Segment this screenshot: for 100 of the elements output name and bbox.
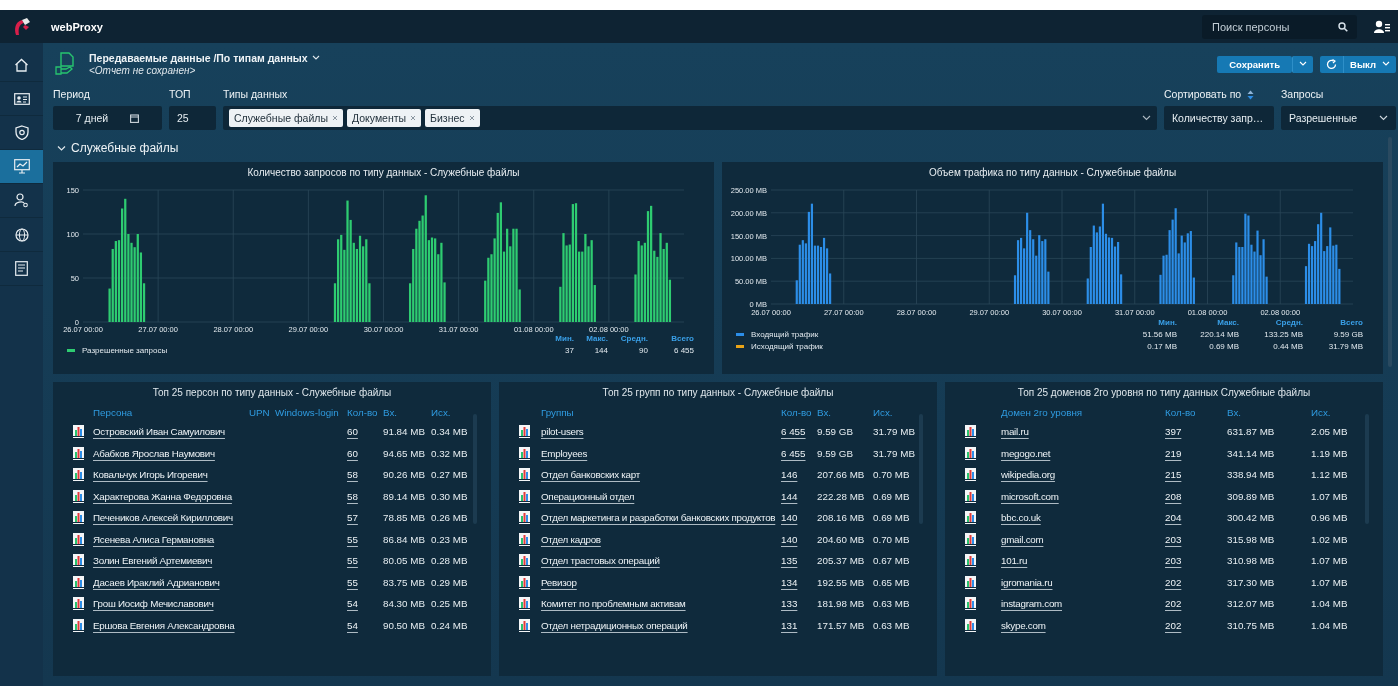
count-link[interactable]: 55 bbox=[347, 533, 358, 545]
table-link[interactable]: Отдел кадров bbox=[541, 533, 601, 545]
filter-chip[interactable]: Бизнес bbox=[425, 109, 480, 127]
table-link[interactable]: pilot-users bbox=[541, 426, 584, 438]
bar-chart-icon[interactable] bbox=[519, 489, 531, 503]
bar-chart-icon[interactable] bbox=[73, 446, 85, 460]
table-link[interactable]: Абабков Ярослав Наумович bbox=[93, 447, 215, 459]
remove-icon[interactable] bbox=[468, 115, 475, 121]
count-link[interactable]: 208 bbox=[1165, 490, 1182, 502]
count-link[interactable]: 6 455 bbox=[781, 447, 806, 459]
column-header[interactable]: Windows-login bbox=[275, 406, 347, 418]
table-link[interactable]: Дасаев Ираклий Адрианович bbox=[93, 576, 220, 588]
count-link[interactable]: 133 bbox=[781, 598, 798, 610]
bar-chart-icon[interactable] bbox=[519, 575, 531, 589]
top-field[interactable]: 25 bbox=[169, 106, 216, 130]
table-link[interactable]: Ревизор bbox=[541, 576, 577, 588]
count-link[interactable]: 58 bbox=[347, 469, 358, 481]
bar-chart-icon[interactable] bbox=[965, 446, 977, 460]
count-link[interactable]: 215 bbox=[1165, 469, 1182, 481]
table-link[interactable]: Ковальчук Игорь Игоревич bbox=[93, 469, 208, 481]
column-header[interactable]: Вх. bbox=[1227, 406, 1311, 418]
count-link[interactable]: 203 bbox=[1165, 555, 1182, 567]
column-header[interactable]: Группы bbox=[541, 406, 781, 418]
bar-chart-icon[interactable] bbox=[73, 425, 85, 439]
table-link[interactable]: 101.ru bbox=[1001, 555, 1028, 567]
bar-chart-icon[interactable] bbox=[519, 618, 531, 632]
bar-chart-icon[interactable] bbox=[965, 575, 977, 589]
table-link[interactable]: skype.com bbox=[1001, 619, 1046, 631]
count-link[interactable]: 203 bbox=[1165, 533, 1182, 545]
table-link[interactable]: Отдел нетрадиционных операций bbox=[541, 619, 688, 631]
bar-chart-icon[interactable] bbox=[965, 425, 977, 439]
period-field[interactable]: 7 дней bbox=[53, 106, 162, 130]
table-link[interactable]: instagram.com bbox=[1001, 598, 1062, 610]
logo-icon[interactable] bbox=[12, 16, 31, 37]
bar-chart-icon[interactable] bbox=[73, 618, 85, 632]
count-link[interactable]: 60 bbox=[347, 426, 358, 438]
table-link[interactable]: Золин Евгений Артемиевич bbox=[93, 555, 213, 567]
column-header[interactable]: Кол-во bbox=[347, 406, 383, 418]
column-header[interactable]: Кол-во bbox=[1165, 406, 1227, 418]
sort-icon[interactable] bbox=[1247, 89, 1255, 100]
sort-select[interactable]: Количеству запр… bbox=[1164, 106, 1274, 130]
count-link[interactable]: 54 bbox=[347, 619, 358, 631]
table-link[interactable]: Ершова Евгения Александровна bbox=[93, 619, 235, 631]
column-header[interactable]: Кол-во bbox=[781, 406, 817, 418]
count-link[interactable]: 219 bbox=[1165, 447, 1182, 459]
search-icon[interactable] bbox=[1338, 21, 1348, 32]
search-field[interactable]: Поиск персоны bbox=[1202, 14, 1357, 39]
filter-chip[interactable]: Документы bbox=[346, 109, 422, 127]
count-link[interactable]: 140 bbox=[781, 533, 798, 545]
bar-chart-icon[interactable] bbox=[965, 489, 977, 503]
column-header[interactable]: Персона bbox=[93, 406, 249, 418]
bar-chart-icon[interactable] bbox=[73, 575, 85, 589]
bar-chart-icon[interactable] bbox=[73, 554, 85, 568]
column-header[interactable]: Исх. bbox=[873, 406, 921, 418]
table-link[interactable]: gmail.com bbox=[1001, 533, 1044, 545]
bar-chart-icon[interactable] bbox=[73, 597, 85, 611]
bar-chart-icon[interactable] bbox=[965, 597, 977, 611]
table-link[interactable]: wikipedia.org bbox=[1001, 469, 1055, 481]
count-link[interactable]: 144 bbox=[781, 490, 798, 502]
bar-chart-icon[interactable] bbox=[965, 511, 977, 525]
bar-chart-icon[interactable] bbox=[519, 425, 531, 439]
table-link[interactable]: Отдел маркетинга и разработки банковских продуктов bbox=[541, 512, 776, 524]
chevron-down-icon[interactable] bbox=[1142, 115, 1151, 121]
table-link[interactable]: Островский Иван Самуилович bbox=[93, 426, 225, 438]
count-link[interactable]: 57 bbox=[347, 512, 358, 524]
bar-chart-icon[interactable] bbox=[965, 532, 977, 546]
table-link[interactable]: Печеников Алексей Кириллович bbox=[93, 512, 233, 524]
table-link[interactable]: Отдел банковских карт bbox=[541, 469, 640, 481]
table-link[interactable]: bbc.co.uk bbox=[1001, 512, 1041, 524]
count-link[interactable]: 204 bbox=[1165, 512, 1182, 524]
count-link[interactable]: 202 bbox=[1165, 619, 1182, 631]
count-link[interactable]: 135 bbox=[781, 555, 798, 567]
report-title[interactable]: Передаваемые данные /По типам данных bbox=[89, 52, 320, 64]
bar-chart-icon[interactable] bbox=[965, 554, 977, 568]
column-header[interactable]: Исх. bbox=[431, 406, 475, 418]
table-link[interactable]: Комитет по проблемным активам bbox=[541, 598, 686, 610]
count-link[interactable]: 58 bbox=[347, 490, 358, 502]
remove-icon[interactable] bbox=[410, 115, 417, 121]
count-link[interactable]: 134 bbox=[781, 576, 798, 588]
count-link[interactable]: 202 bbox=[1165, 576, 1182, 588]
bar-chart-icon[interactable] bbox=[519, 446, 531, 460]
save-menu-button[interactable] bbox=[1292, 55, 1314, 73]
table-link[interactable]: Ясенева Алиса Германовна bbox=[93, 533, 214, 545]
column-header[interactable]: UPN bbox=[249, 406, 275, 418]
bar-chart-icon[interactable] bbox=[519, 532, 531, 546]
count-link[interactable]: 6 455 bbox=[781, 426, 806, 438]
table-link[interactable]: Характерова Жанна Федоровна bbox=[93, 490, 232, 502]
bar-chart-icon[interactable] bbox=[73, 468, 85, 482]
table-link[interactable]: megogo.net bbox=[1001, 447, 1051, 459]
bar-chart-icon[interactable] bbox=[73, 532, 85, 546]
column-header[interactable]: Исх. bbox=[1311, 406, 1367, 418]
column-header[interactable]: Вх. bbox=[383, 406, 431, 418]
data-types-field[interactable]: Служебные файлы Документы Бизнес bbox=[223, 106, 1157, 130]
bar-chart-icon[interactable] bbox=[73, 511, 85, 525]
bar-chart-icon[interactable] bbox=[73, 489, 85, 503]
count-link[interactable]: 140 bbox=[781, 512, 798, 524]
user-menu-icon[interactable] bbox=[1374, 19, 1390, 34]
count-link[interactable]: 397 bbox=[1165, 426, 1182, 438]
bar-chart-icon[interactable] bbox=[965, 618, 977, 632]
requests-select[interactable]: Разрешенные bbox=[1281, 106, 1396, 130]
